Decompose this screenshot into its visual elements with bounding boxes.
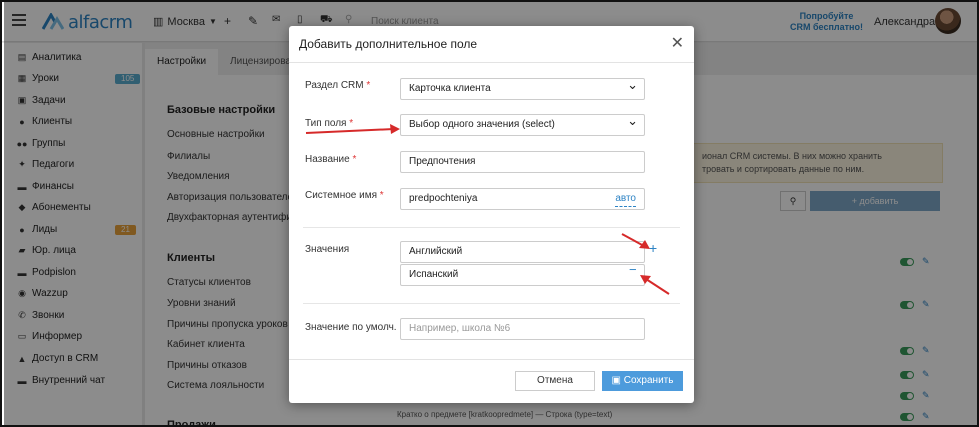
field-type-select[interactable]: Выбор одного значения (select) xyxy=(400,111,645,136)
system-name-input[interactable]: predpochteniya авто xyxy=(400,188,645,210)
auto-generate-link[interactable]: авто xyxy=(615,192,636,207)
values-label: Значения xyxy=(305,244,350,255)
label-text: Системное имя xyxy=(305,190,378,201)
input-value: Английский xyxy=(409,246,463,257)
app-frame: alfacrm ▥ Москва ▼ + ✎ ✉ ▯ ⛟ ⚲ Поиск кли… xyxy=(0,0,979,427)
crm-section-select[interactable]: Карточка клиента xyxy=(400,75,645,100)
label-text: Тип поля xyxy=(305,118,347,129)
label-text: Раздел CRM xyxy=(305,80,364,91)
value-input-1[interactable]: Английский xyxy=(400,241,645,263)
select-value: Выбор одного значения (select) xyxy=(409,119,555,130)
field-type-label: Тип поля * xyxy=(305,118,353,129)
cancel-button[interactable]: Отмена xyxy=(515,371,595,391)
required-mark: * xyxy=(352,154,357,165)
divider xyxy=(289,62,694,63)
required-mark: * xyxy=(379,190,384,201)
value-input-2[interactable]: Испанский xyxy=(400,264,645,286)
default-value-label: Значение по умолч. xyxy=(305,322,397,333)
crm-section-label: Раздел CRM * xyxy=(305,80,370,91)
name-input[interactable]: Предпочтения xyxy=(400,151,645,173)
remove-value-icon[interactable]: − xyxy=(629,262,637,277)
input-value: Предпочтения xyxy=(409,156,476,167)
dialog-title: Добавить дополнительное поле xyxy=(299,37,478,51)
add-field-dialog: Добавить дополнительное поле ✕ Раздел CR… xyxy=(289,26,694,403)
label-text: Название xyxy=(305,154,350,165)
divider xyxy=(289,359,694,360)
save-button[interactable]: ▣ Сохранить xyxy=(602,371,683,391)
select-value: Карточка клиента xyxy=(409,83,491,94)
save-label: Сохранить xyxy=(623,375,674,386)
name-label: Название * xyxy=(305,154,356,165)
input-value: Испанский xyxy=(409,269,459,280)
divider xyxy=(303,227,680,228)
save-icon: ▣ xyxy=(611,375,624,386)
divider xyxy=(303,303,680,304)
system-name-label: Системное имя * xyxy=(305,190,384,201)
default-value-input[interactable]: Например, школа №6 xyxy=(400,318,645,340)
input-value: predpochteniya xyxy=(409,193,478,204)
required-mark: * xyxy=(349,118,354,129)
required-mark: * xyxy=(366,80,371,91)
add-value-icon[interactable]: + xyxy=(649,240,657,256)
close-icon[interactable]: ✕ xyxy=(671,33,684,53)
